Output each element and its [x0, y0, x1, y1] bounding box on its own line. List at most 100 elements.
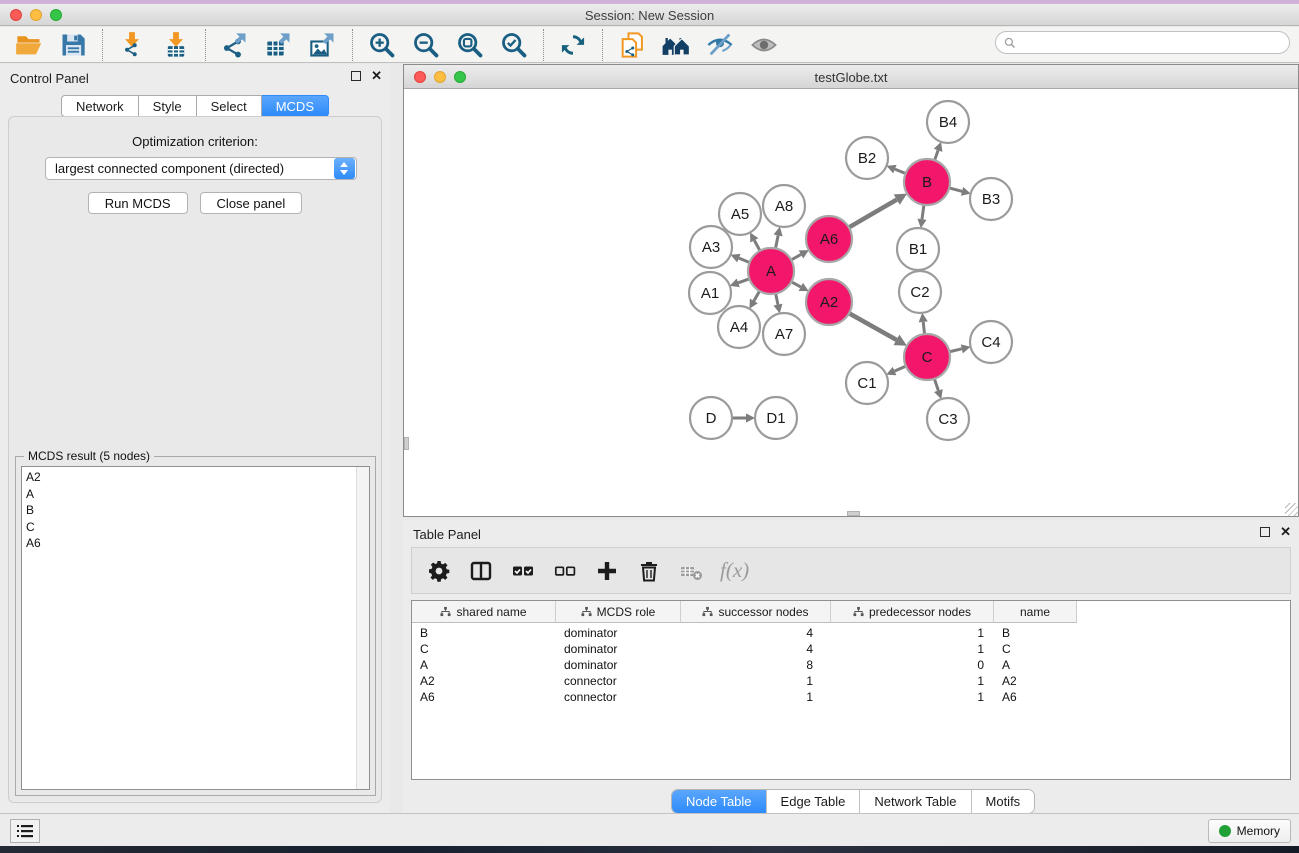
tab-network[interactable]: Network	[61, 95, 139, 117]
graph-node-label: A8	[775, 198, 793, 215]
export-network-icon[interactable]	[220, 30, 250, 60]
table-row[interactable]: A2connector11A2	[412, 673, 1290, 689]
edge-B-B2[interactable]	[895, 169, 906, 173]
edge-C-C1[interactable]	[895, 366, 906, 371]
task-list-icon	[16, 823, 34, 839]
close-panel-icon[interactable]: ✕	[371, 71, 382, 81]
table-cell: dominator	[556, 641, 681, 657]
tab-motifs[interactable]: Motifs	[971, 790, 1035, 813]
edge-arrowhead-icon	[917, 219, 926, 229]
edge-A-A4[interactable]	[754, 291, 760, 301]
float-panel-icon[interactable]	[351, 71, 361, 81]
search-field[interactable]	[995, 31, 1290, 54]
column-header-shared-name[interactable]: shared name	[412, 601, 556, 623]
edge-A-A6[interactable]	[791, 254, 801, 259]
import-table-icon[interactable]	[161, 30, 191, 60]
edge-B-B1[interactable]	[922, 205, 924, 219]
search-input[interactable]	[1021, 36, 1281, 50]
edge-A-A5[interactable]	[754, 240, 760, 250]
node-table[interactable]: shared name MCDS role successor nodes pr…	[411, 600, 1291, 780]
delete-column-icon[interactable]	[636, 558, 662, 584]
result-scrollbar[interactable]	[356, 467, 369, 789]
mcds-result-item[interactable]: A2	[26, 469, 353, 486]
run-mcds-button[interactable]: Run MCDS	[88, 192, 188, 214]
import-network-icon[interactable]	[117, 30, 147, 60]
table-row[interactable]: Cdominator41C	[412, 641, 1290, 657]
edge-A-A1[interactable]	[738, 279, 749, 283]
select-all-icon[interactable]	[510, 558, 536, 584]
gear-icon[interactable]	[426, 558, 452, 584]
edge-A-A2[interactable]	[791, 282, 800, 287]
tab-style[interactable]: Style	[139, 95, 197, 117]
export-image-icon[interactable]	[308, 30, 338, 60]
zoom-out-icon[interactable]	[411, 30, 441, 60]
control-panel-tabs: NetworkStyleSelectMCDS	[0, 95, 390, 117]
control-panel: Control Panel ✕ NetworkStyleSelectMCDS O…	[0, 64, 390, 813]
left-scroll-handle[interactable]	[404, 437, 409, 450]
edge-A-A8[interactable]	[776, 235, 779, 248]
table-row[interactable]: Adominator80A	[412, 657, 1290, 673]
mcds-result-group: MCDS result (5 nodes) A2ABCA6	[15, 456, 376, 796]
bottom-scroll-handle[interactable]	[847, 511, 860, 516]
task-history-button[interactable]	[10, 819, 40, 843]
column-header-label: MCDS role	[597, 605, 656, 619]
edge-B-B4[interactable]	[935, 150, 938, 160]
table-cell: A2	[994, 673, 1077, 689]
column-header-predecessor-nodes[interactable]: predecessor nodes	[831, 601, 994, 623]
mcds-result-list[interactable]: A2ABCA6	[21, 466, 370, 790]
home-icon[interactable]	[661, 30, 691, 60]
edge-B-B3[interactable]	[949, 188, 962, 191]
column-header-name[interactable]: name	[994, 601, 1077, 623]
mcds-result-item[interactable]: B	[26, 502, 353, 519]
edge-arrowhead-icon	[773, 304, 782, 314]
edge-C-C2[interactable]	[923, 322, 924, 334]
edge-A-A3[interactable]	[739, 258, 750, 262]
memory-status-icon	[1219, 825, 1231, 837]
open-session-icon[interactable]	[14, 30, 44, 60]
table-cell: 4	[681, 641, 831, 657]
criterion-dropdown[interactable]: largest connected component (directed)	[45, 157, 357, 180]
tab-edge-table[interactable]: Edge Table	[766, 790, 860, 813]
close-table-panel-icon[interactable]: ✕	[1280, 527, 1291, 537]
mcds-result-item[interactable]: C	[26, 519, 353, 536]
network-canvas[interactable]: AA1A3A5A8A4A7A6A2BB1B2B4B3CC1C2C3C4DD1	[404, 89, 1298, 516]
mcds-result-item[interactable]: A6	[26, 535, 353, 552]
mcds-result-item[interactable]: A	[26, 486, 353, 503]
duplicate-network-icon[interactable]	[617, 30, 647, 60]
zoom-fit-icon[interactable]	[455, 30, 485, 60]
hide-eye-icon[interactable]	[705, 30, 735, 60]
edge-C-C3[interactable]	[934, 379, 938, 391]
edge-A-A7[interactable]	[776, 294, 778, 305]
deselect-all-icon[interactable]	[552, 558, 578, 584]
graph-node-label: A1	[701, 285, 719, 302]
edge-C-C4[interactable]	[949, 349, 961, 352]
memory-button[interactable]: Memory	[1208, 819, 1291, 843]
tab-select[interactable]: Select	[197, 95, 262, 117]
table-row[interactable]: Bdominator41B	[412, 625, 1290, 641]
save-session-icon[interactable]	[58, 30, 88, 60]
table-row[interactable]: A6connector11A6	[412, 689, 1290, 705]
tab-network-table[interactable]: Network Table	[859, 790, 970, 813]
tab-mcds[interactable]: MCDS	[262, 95, 329, 117]
refresh-icon[interactable]	[558, 30, 588, 60]
tab-node-table[interactable]: Node Table	[672, 790, 766, 813]
table-panel-header: Table Panel ✕	[403, 520, 1299, 546]
column-header-successor-nodes[interactable]: successor nodes	[681, 601, 831, 623]
column-header-MCDS-role[interactable]: MCDS role	[556, 601, 681, 623]
export-table-icon[interactable]	[264, 30, 294, 60]
network-window-titlebar[interactable]: testGlobe.txt	[404, 65, 1298, 89]
zoom-in-icon[interactable]	[367, 30, 397, 60]
edge-arrowhead-icon	[961, 344, 971, 353]
graph-node-label: A7	[775, 326, 793, 343]
add-column-icon[interactable]	[594, 558, 620, 584]
edge-A6-B[interactable]	[849, 200, 897, 228]
float-table-panel-icon[interactable]	[1260, 527, 1270, 537]
close-panel-button[interactable]: Close panel	[200, 192, 303, 214]
fx-label: f(x)	[720, 558, 749, 583]
table-toolbar: f(x)	[411, 547, 1291, 594]
eye-icon[interactable]	[749, 30, 779, 60]
columns-icon[interactable]	[468, 558, 494, 584]
resize-grip-icon[interactable]	[1285, 503, 1298, 516]
edge-A2-C[interactable]	[849, 313, 896, 340]
zoom-selected-icon[interactable]	[499, 30, 529, 60]
